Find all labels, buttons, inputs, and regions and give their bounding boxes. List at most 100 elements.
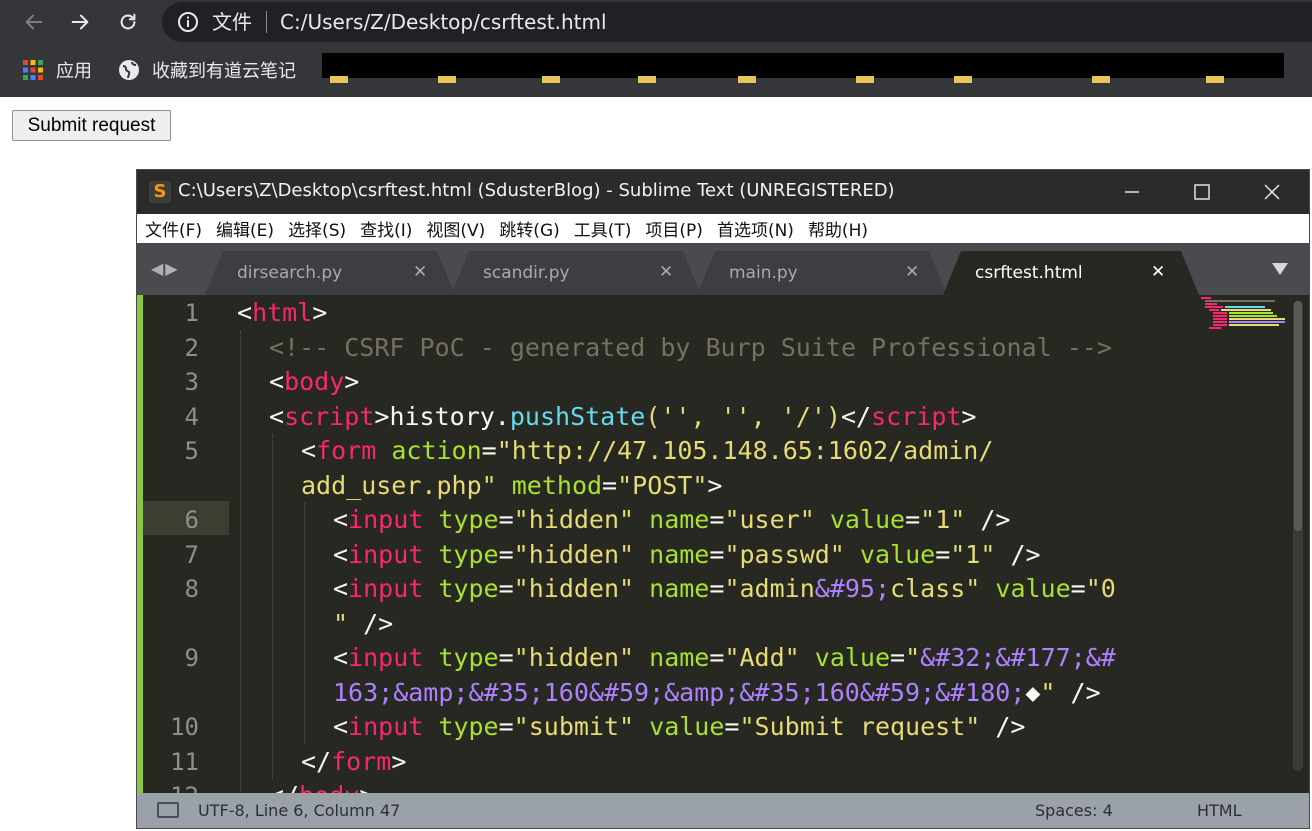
minimap[interactable] xyxy=(1197,295,1289,355)
line-number: 9 xyxy=(184,644,199,672)
folder-icon[interactable] xyxy=(438,76,456,83)
submit-request-button[interactable]: Submit request xyxy=(12,110,171,141)
scrollbar-thumb[interactable] xyxy=(1294,301,1302,531)
folder-icon[interactable] xyxy=(542,76,560,83)
menu-find[interactable]: 查找(I) xyxy=(360,216,412,241)
indent-guide xyxy=(240,331,241,791)
info-icon[interactable] xyxy=(176,10,200,34)
menu-edit[interactable]: 编辑(E) xyxy=(216,216,274,241)
code-line-2: <!-- CSRF PoC - generated by Burp Suite … xyxy=(269,333,1112,362)
reload-button[interactable] xyxy=(112,6,144,38)
reload-icon xyxy=(120,13,136,30)
arrow-right-icon xyxy=(71,14,89,30)
code-line-11: </form> xyxy=(301,747,407,776)
code-line-8-wrap: " /> xyxy=(333,609,394,638)
redacted-bookmarks xyxy=(322,53,1284,78)
folder-icon[interactable] xyxy=(1092,76,1110,83)
menu-tools[interactable]: 工具(T) xyxy=(574,216,632,241)
code-line-8: <input type="hidden" name="admin&#95;cla… xyxy=(333,574,1116,603)
tab-close-icon[interactable]: ✕ xyxy=(1151,262,1165,282)
menu-help[interactable]: 帮助(H) xyxy=(808,216,868,241)
tab-scandir[interactable]: scandir.py ✕ xyxy=(451,251,701,295)
maximize-button[interactable] xyxy=(1167,170,1237,214)
tab-label: csrftest.html xyxy=(975,263,1083,283)
status-syntax[interactable]: HTML xyxy=(1197,801,1242,820)
folder-icon[interactable] xyxy=(330,76,348,83)
url-text[interactable]: C:/Users/Z/Desktop/csrftest.html xyxy=(280,9,607,35)
menu-project[interactable]: 项目(P) xyxy=(645,216,703,241)
bookmark-apps[interactable]: 应用 xyxy=(22,56,92,84)
code-line-5-wrap: add_user.php" method="POST"> xyxy=(301,471,723,500)
browser-toolbar: 文件 C:/Users/Z/Desktop/csrftest.html 应用 收… xyxy=(0,0,1312,97)
code-line-7: <input type="hidden" name="passwd" value… xyxy=(333,540,1041,569)
code-line-5: <form action="http://47.105.148.65:1602/… xyxy=(301,436,994,465)
tab-bar: ◀▶ dirsearch.py ✕ scandir.py ✕ main.py ✕… xyxy=(137,243,1309,295)
folder-icon[interactable] xyxy=(856,76,874,83)
folder-icon[interactable] xyxy=(954,76,972,83)
code-line-3: <body> xyxy=(269,367,360,396)
bookmark-youdao[interactable]: 收藏到有道云笔记 xyxy=(118,56,296,84)
tab-label: main.py xyxy=(729,263,798,283)
maximize-icon xyxy=(1194,184,1210,200)
indent-guide xyxy=(272,434,273,779)
indent-guide xyxy=(304,503,305,743)
code-line-12: </body> xyxy=(269,779,374,793)
forward-button[interactable] xyxy=(64,6,96,38)
status-bar: UTF-8, Line 6, Column 47 Spaces: 4 HTML xyxy=(137,793,1309,828)
close-window-button[interactable] xyxy=(1237,170,1307,214)
code-editor[interactable]: 1 2 3 4 5 6 7 8 9 10 11 12 <html> <!-- C… xyxy=(137,295,1309,793)
back-button[interactable] xyxy=(18,6,50,38)
line-number: 11 xyxy=(170,748,199,776)
line-number: 2 xyxy=(184,334,199,362)
code-line-6: <input type="hidden" name="user" value="… xyxy=(333,505,1011,534)
line-number: 1 xyxy=(184,299,199,327)
line-number: 6 xyxy=(184,506,199,534)
apps-grid-icon xyxy=(23,60,43,80)
line-number: 12 xyxy=(143,779,199,793)
close-icon xyxy=(1264,184,1280,200)
line-number: 5 xyxy=(184,437,199,465)
line-number: 8 xyxy=(184,575,199,603)
menu-goto[interactable]: 跳转(G) xyxy=(499,216,559,241)
tab-label: scandir.py xyxy=(483,263,570,283)
menu-bar: 文件(F) 编辑(E) 选择(S) 查找(I) 视图(V) 跳转(G) 工具(T… xyxy=(137,214,1309,243)
line-number: 4 xyxy=(184,403,199,431)
line-number: 10 xyxy=(170,713,199,741)
code-line-9-wrap: 163;&amp;&#35;160&#59;&amp;&#35;160&#59;… xyxy=(333,678,1101,707)
folder-icon[interactable] xyxy=(738,76,756,83)
tab-list-dropdown-icon[interactable] xyxy=(1271,262,1289,276)
sublime-text-window: S C:\Users\Z\Desktop\csrftest.html (Sdus… xyxy=(137,170,1309,828)
tab-csrftest[interactable]: csrftest.html ✕ xyxy=(943,251,1199,295)
bookmark-label: 应用 xyxy=(56,61,92,82)
bookmark-label: 收藏到有道云笔记 xyxy=(152,61,296,82)
menu-preferences[interactable]: 首选项(N) xyxy=(717,216,794,241)
folder-icon[interactable] xyxy=(1206,76,1224,83)
window-titlebar[interactable]: S C:\Users\Z\Desktop\csrftest.html (Sdus… xyxy=(137,170,1309,214)
line-number: 3 xyxy=(184,368,199,396)
window-title: C:\Users\Z\Desktop\csrftest.html (Sduste… xyxy=(178,180,895,201)
code-line-9: <input type="hidden" name="Add" value="&… xyxy=(333,643,1116,672)
line-number: 7 xyxy=(184,541,199,569)
status-indentation[interactable]: Spaces: 4 xyxy=(1035,801,1113,820)
code-line-10: <input type="submit" value="Submit reque… xyxy=(333,712,1026,741)
tab-close-icon[interactable]: ✕ xyxy=(905,262,919,282)
tab-dirsearch[interactable]: dirsearch.py ✕ xyxy=(205,251,455,295)
tab-main[interactable]: main.py ✕ xyxy=(697,251,947,295)
folder-icon[interactable] xyxy=(638,76,656,83)
code-line-1: <html> xyxy=(237,298,328,327)
omnibox-separator xyxy=(266,11,267,33)
menu-selection[interactable]: 选择(S) xyxy=(288,216,346,241)
tab-close-icon[interactable]: ✕ xyxy=(413,262,427,282)
code-line-4: <script>history.pushState('', '', '/')</… xyxy=(269,402,977,431)
menu-view[interactable]: 视图(V) xyxy=(426,216,485,241)
scheme-label: 文件 xyxy=(212,10,252,34)
sublime-logo-icon: S xyxy=(149,181,171,203)
arrow-left-icon xyxy=(25,14,43,30)
minimize-button[interactable] xyxy=(1097,170,1167,214)
tab-close-icon[interactable]: ✕ xyxy=(659,262,673,282)
menu-file[interactable]: 文件(F) xyxy=(145,216,202,241)
status-position: UTF-8, Line 6, Column 47 xyxy=(198,801,401,820)
tab-scroll-arrows-icon[interactable]: ◀▶ xyxy=(151,259,180,278)
panel-toggle-icon[interactable] xyxy=(157,802,179,818)
globe-icon xyxy=(119,60,139,80)
